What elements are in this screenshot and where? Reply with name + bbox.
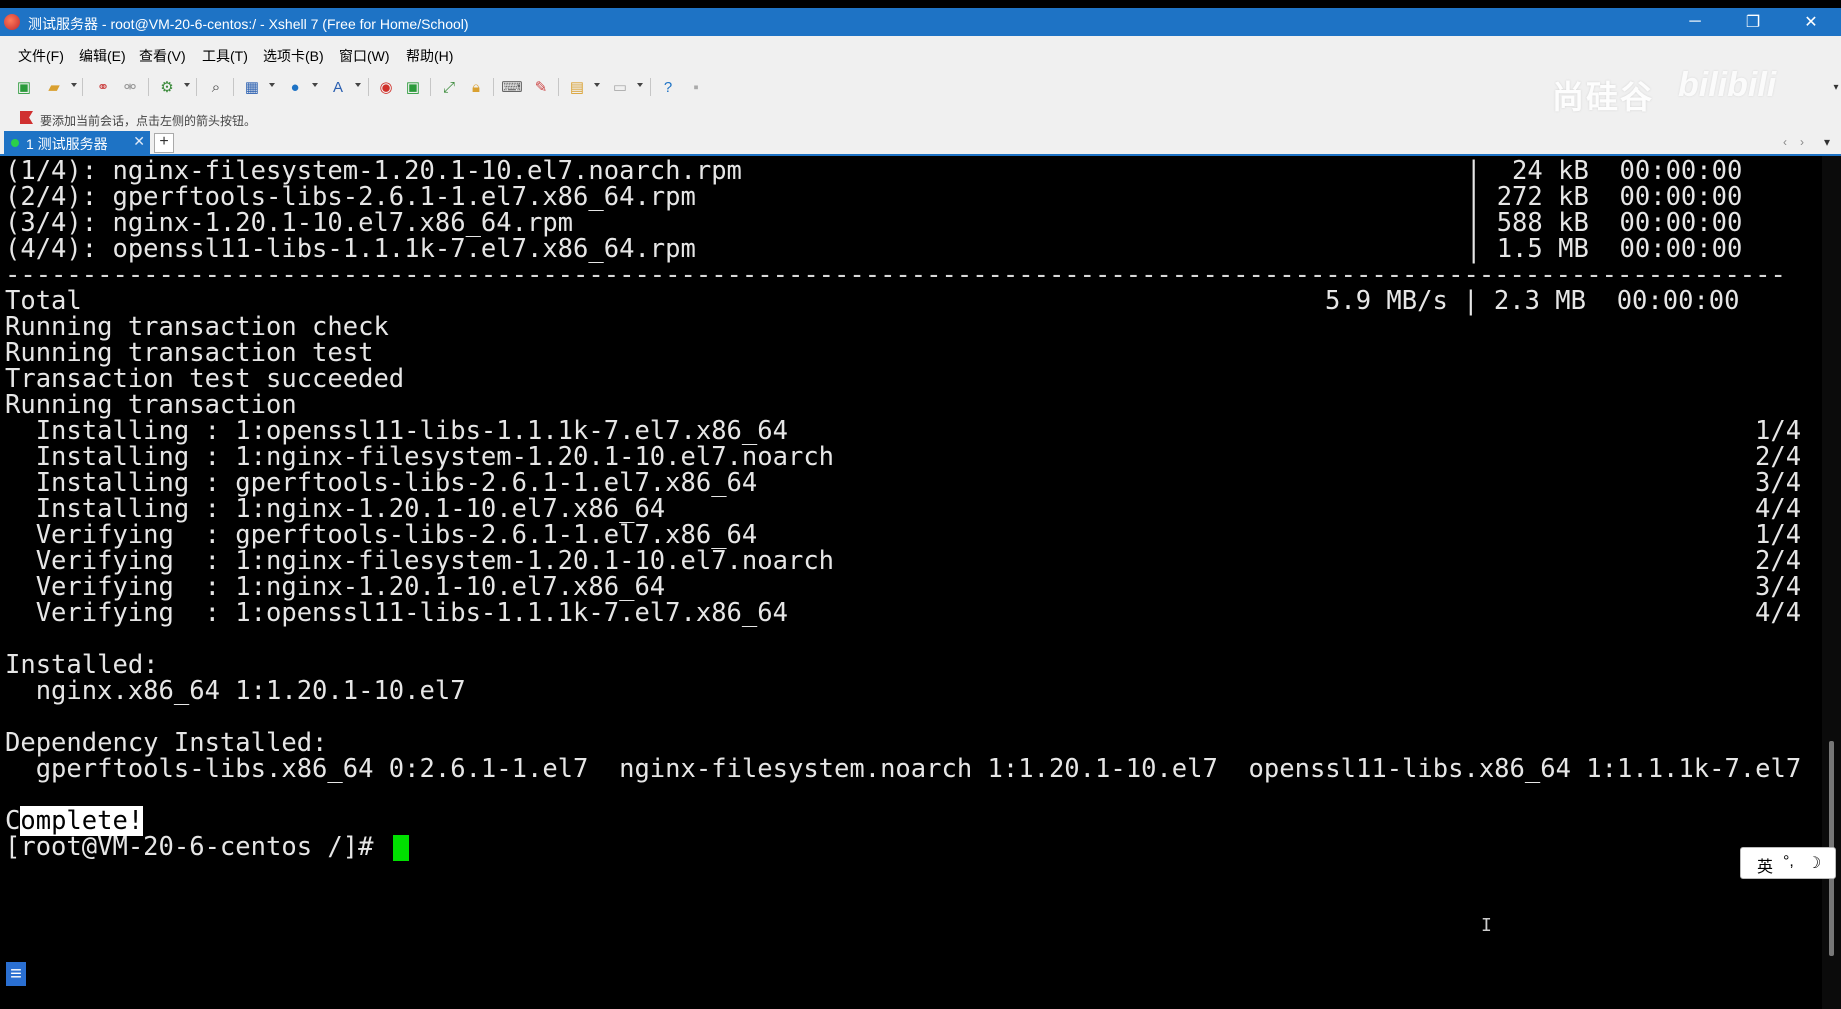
xmanager-icon[interactable]: ▣ [403,77,423,97]
tab-label: 1 测试服务器 [26,136,108,152]
transfer-icon[interactable]: ▭ [610,77,630,97]
dependency-packages: gperftools-libs.x86_64 0:2.6.1-1.el7 ngi… [5,754,1801,784]
disconnect-icon[interactable]: ⚮ [120,77,140,97]
chat-icon[interactable]: ▪ [686,77,706,97]
menu-help[interactable]: 帮助(H) [406,46,453,66]
connect-icon[interactable]: ⚭ [93,77,113,97]
total-stats: 5.9 MB/s | 2.3 MB 00:00:00 [1325,286,1740,316]
menu-file[interactable]: 文件(F) [18,46,64,66]
session-hint-bar: 要添加当前会话，点击左侧的箭头按钮。 [0,108,1841,130]
tab-scroll-right-icon[interactable]: › [1800,135,1804,149]
terminal-output[interactable]: (1/4): nginx-filesystem-1.20.1-10.el7.no… [0,156,1822,1009]
new-session-icon[interactable]: ▣ [14,77,34,97]
connected-status-icon [11,139,19,147]
bookmark-arrow-icon[interactable] [20,111,33,124]
menu-bar: 文件(F) 编辑(E) 查看(V) 工具(T) 选项卡(B) 窗口(W) 帮助(… [0,44,1841,66]
menu-tools[interactable]: 工具(T) [202,46,248,66]
session-properties-icon[interactable]: ⚙ [157,77,177,97]
keyboard-icon[interactable]: ⌨ [501,77,523,97]
close-button[interactable]: ✕ [1788,8,1834,36]
xftp-icon[interactable]: ◉ [376,77,396,97]
window-title: 测试服务器 - root@VM-20-6-centos:/ - Xshell 7… [28,16,469,32]
open-folder-icon[interactable]: ▰ [44,77,64,97]
shell-prompt-line[interactable]: [root@VM-20-6-centos /]# [5,832,409,862]
session-hint-text: 要添加当前会话，点击左侧的箭头按钮。 [40,114,257,128]
menu-tab[interactable]: 选项卡(B) [263,46,324,66]
menu-window[interactable]: 窗口(W) [339,46,390,66]
terminal-scrollbar[interactable] [1822,156,1841,1009]
fullscreen-icon[interactable]: ⤢ [439,77,459,97]
find-icon[interactable]: ⌕ [206,77,226,97]
new-tab-button[interactable]: + [154,133,174,153]
tab-scroll-left-icon[interactable]: ‹ [1783,135,1787,149]
ime-language-label[interactable]: 英 [1757,853,1773,877]
tab-test-server[interactable]: 1 测试服务器 ✕ [4,131,150,154]
menu-edit[interactable]: 编辑(E) [79,46,126,66]
lock-icon[interactable]: 🔒︎ [466,77,486,97]
bilibili-logo: bilibili [1678,66,1777,104]
font-icon[interactable]: A [328,77,348,97]
tab-strip: 1 测试服务器 ✕ + ‹ › ▾ [0,130,1841,156]
layout-icon[interactable]: ▦ [242,77,262,97]
tab-close-icon[interactable]: ✕ [133,133,145,150]
toolbar-overflow-icon[interactable]: ▾ [1826,77,1841,97]
step-count: 4/4 [1755,598,1802,628]
menu-view[interactable]: 查看(V) [139,46,186,66]
verify-step: Verifying : 1:openssl11-libs-1.1.1k-7.el… [5,598,788,628]
shell-prompt: [root@VM-20-6-centos /]# [5,832,389,862]
ime-punctuation-icon[interactable]: °, [1783,853,1794,871]
text-cursor-icon: I [1481,915,1492,936]
globe-icon[interactable]: ● [285,77,305,97]
maximize-button[interactable]: ❐ [1730,8,1776,36]
xshell-logo-icon [4,14,20,30]
ime-moon-icon[interactable]: ☽ [1807,853,1821,873]
xshell-window: 测试服务器 - root@VM-20-6-centos:/ - Xshell 7… [0,8,1841,1009]
highlight-icon[interactable]: ✎ [531,77,551,97]
terminal-cursor [392,835,409,861]
ime-toolbar[interactable]: 英 °, ☽ [1740,847,1836,879]
installed-package: nginx.x86_64 1:1.20.1-10.el7 [5,676,466,706]
tab-menu-icon[interactable]: ▾ [1824,135,1830,149]
minimize-button[interactable]: ─ [1672,8,1718,36]
ime-indicator-icon: ≡ [6,962,26,986]
help-icon[interactable]: ? [658,77,678,97]
compose-icon[interactable]: ▤ [567,77,587,97]
title-bar: 测试服务器 - root@VM-20-6-centos:/ - Xshell 7… [0,8,1841,36]
